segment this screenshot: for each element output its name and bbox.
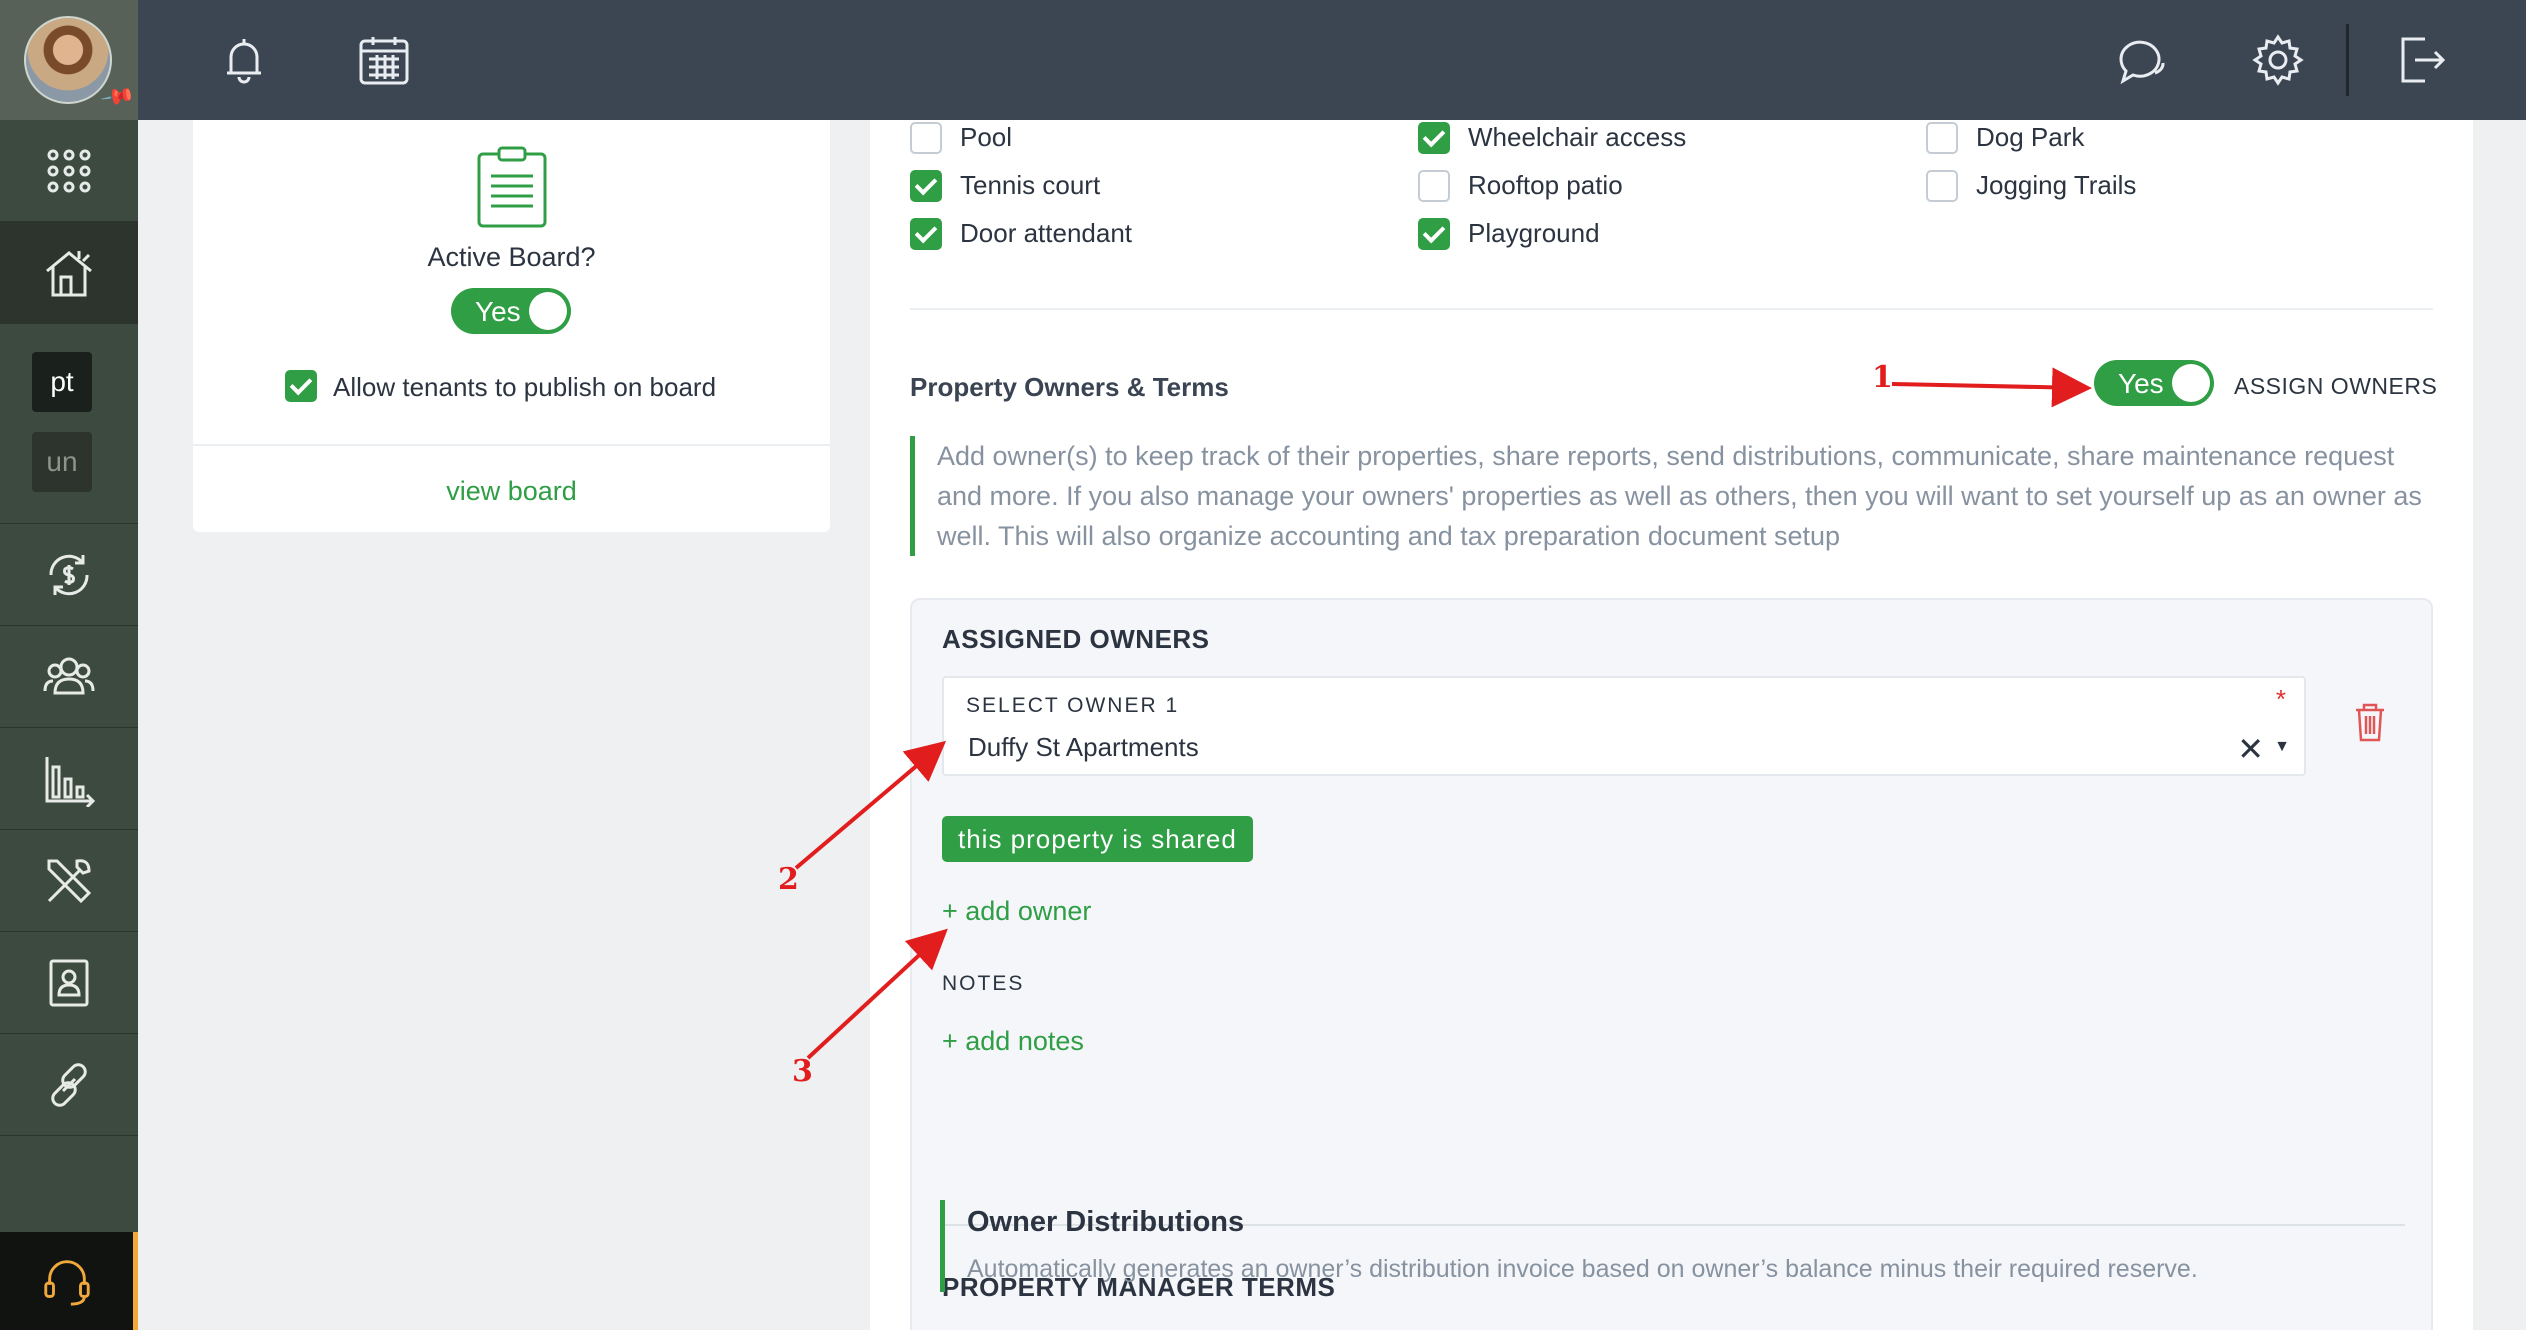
toggle-knob bbox=[529, 292, 567, 330]
people-icon bbox=[43, 657, 95, 694]
notes-label: NOTES bbox=[942, 972, 1025, 995]
sidebar-item-maintenance[interactable] bbox=[0, 830, 138, 932]
contact-card-icon bbox=[49, 959, 89, 1006]
annotation-number-1: 1 bbox=[1872, 360, 1893, 395]
clipboard-icon bbox=[477, 146, 547, 228]
board-card: Active Board? Yes Allow tenants to publi… bbox=[193, 120, 830, 532]
tools-icon bbox=[47, 858, 92, 903]
active-board-toggle-label: Yes bbox=[475, 296, 521, 327]
logout-button[interactable] bbox=[2392, 30, 2452, 90]
assign-owners-toggle-label: Yes bbox=[2118, 368, 2164, 399]
divider bbox=[910, 308, 2433, 310]
sidebar: 📌 pt un bbox=[0, 0, 138, 1330]
active-board-toggle[interactable]: Yes bbox=[451, 288, 571, 334]
sidebar-item-integrations[interactable] bbox=[0, 1034, 138, 1136]
view-board-link[interactable]: view board bbox=[193, 476, 830, 507]
owners-section-title: Property Owners & Terms bbox=[910, 372, 1229, 402]
amenity-checkbox-dog-park[interactable] bbox=[1926, 122, 1958, 154]
amenity-label-pool: Pool bbox=[960, 122, 1013, 152]
amenity-label-playground: Playground bbox=[1468, 218, 1600, 248]
assign-owners-toggle[interactable]: Yes bbox=[2094, 360, 2214, 406]
select-owner-value: Duffy St Apartments bbox=[968, 732, 1199, 762]
active-board-label: Active Board? bbox=[427, 242, 596, 272]
divider bbox=[193, 444, 830, 446]
owners-info-text: Add owner(s) to keep track of their prop… bbox=[910, 436, 2433, 556]
topbar bbox=[138, 0, 2526, 120]
amenity-label-rooftop: Rooftop patio bbox=[1468, 170, 1623, 200]
amenity-label-tennis: Tennis court bbox=[960, 170, 1101, 200]
workspace-switcher: pt un bbox=[0, 324, 138, 524]
sidebar-item-reports[interactable] bbox=[0, 728, 138, 830]
workspace-pt[interactable]: pt bbox=[32, 352, 92, 412]
messages-button[interactable] bbox=[2110, 30, 2170, 90]
add-owner-link[interactable]: + add owner bbox=[942, 896, 1091, 927]
sidebar-item-contacts[interactable] bbox=[0, 932, 138, 1034]
workspace-un-label: un bbox=[46, 446, 78, 477]
select-owner-field[interactable]: SELECT OWNER 1 * Duffy St Apartments ✕ ▼ bbox=[942, 676, 2306, 776]
assigned-owners-heading: ASSIGNED OWNERS bbox=[942, 624, 1210, 654]
chevron-down-icon[interactable]: ▼ bbox=[2274, 738, 2290, 756]
user-profile[interactable]: 📌 bbox=[0, 0, 138, 120]
allow-tenants-checkbox[interactable] bbox=[285, 370, 317, 402]
amenity-label-dog-park: Dog Park bbox=[1976, 122, 2085, 152]
clear-icon[interactable]: ✕ bbox=[2237, 730, 2264, 768]
annotation-number-3: 3 bbox=[792, 1054, 813, 1089]
sidebar-item-accounting[interactable] bbox=[0, 524, 138, 626]
apps-grid-icon bbox=[47, 149, 91, 192]
amenity-checkbox-jogging[interactable] bbox=[1926, 170, 1958, 202]
gear-icon bbox=[2252, 34, 2304, 86]
settings-button[interactable] bbox=[2248, 30, 2308, 90]
amenity-label-wheelchair: Wheelchair access bbox=[1468, 122, 1687, 152]
trash-icon[interactable] bbox=[2352, 700, 2388, 744]
support-button[interactable] bbox=[0, 1232, 138, 1330]
amenity-label-jogging: Jogging Trails bbox=[1976, 170, 2137, 200]
select-owner-label: SELECT OWNER 1 bbox=[966, 694, 1180, 717]
amenity-checkbox-pool[interactable] bbox=[910, 122, 942, 154]
topbar-divider bbox=[2346, 24, 2349, 96]
amenity-checkbox-playground[interactable] bbox=[1418, 218, 1450, 250]
property-house-icon bbox=[46, 250, 92, 296]
calendar-icon bbox=[359, 37, 409, 85]
required-indicator: * bbox=[2275, 684, 2286, 714]
owner-distributions-block: Owner Distributions Automatically genera… bbox=[940, 1200, 2198, 1292]
add-notes-link[interactable]: + add notes bbox=[942, 1026, 1084, 1057]
owner-distributions-title: Owner Distributions bbox=[967, 1206, 1245, 1238]
bar-chart-icon bbox=[45, 756, 96, 807]
link-icon bbox=[51, 1062, 87, 1107]
sidebar-item-people[interactable] bbox=[0, 626, 138, 728]
amenity-checkbox-rooftop[interactable] bbox=[1418, 170, 1450, 202]
workspace-pt-label: pt bbox=[50, 366, 74, 397]
annotation-number-2: 2 bbox=[778, 862, 799, 897]
toggle-knob bbox=[2172, 364, 2210, 402]
avatar[interactable] bbox=[24, 16, 112, 104]
calendar-button[interactable] bbox=[354, 30, 414, 90]
logout-icon bbox=[2401, 37, 2446, 83]
workspace-un[interactable]: un bbox=[32, 432, 92, 492]
notifications-button[interactable] bbox=[214, 30, 274, 90]
headset-icon bbox=[43, 1260, 90, 1306]
owner-distributions-description: Automatically generates an owner’s distr… bbox=[967, 1255, 2198, 1283]
sidebar-item-apps[interactable] bbox=[0, 120, 138, 222]
amenity-checkbox-wheelchair[interactable] bbox=[1418, 122, 1450, 154]
assign-owners-label: ASSIGN OWNERS bbox=[2234, 373, 2438, 399]
dollar-cycle-icon bbox=[49, 554, 89, 595]
allow-tenants-label: Allow tenants to publish on board bbox=[333, 372, 717, 402]
amenity-checkbox-tennis[interactable] bbox=[910, 170, 942, 202]
sidebar-item-properties[interactable] bbox=[0, 222, 138, 324]
amenity-checkbox-door-attendant[interactable] bbox=[910, 218, 942, 250]
shared-property-badge: this property is shared bbox=[942, 816, 1253, 862]
chat-icon bbox=[2119, 40, 2165, 85]
property-form-card: Pool Wheelchair access Dog Park Tennis c… bbox=[870, 120, 2473, 1330]
bell-icon bbox=[227, 39, 261, 84]
amenity-label-door-attendant: Door attendant bbox=[960, 218, 1133, 248]
